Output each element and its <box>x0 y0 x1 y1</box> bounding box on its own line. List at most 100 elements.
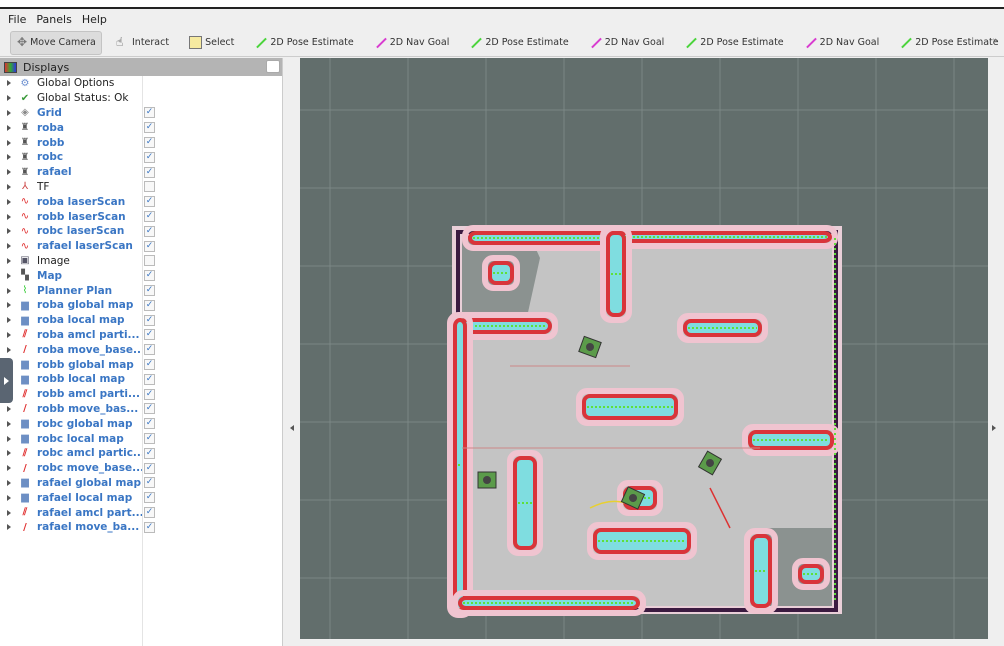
display-checkbox[interactable]: ✓ <box>144 151 155 163</box>
display-item[interactable]: ⫽ roba amcl parti... ✓ <box>0 328 282 343</box>
display-checkbox[interactable]: ✓ <box>144 344 155 356</box>
expand-arrow-icon[interactable] <box>7 183 11 190</box>
expand-arrow-icon[interactable] <box>7 213 11 220</box>
display-checkbox[interactable]: ✓ <box>144 225 155 237</box>
display-item[interactable]: ✔ Global Status: Ok <box>0 91 282 106</box>
tool-2d-pose-estimate[interactable]: 2D Pose Estimate <box>893 31 1004 55</box>
display-item[interactable]: ▆ robc local map ✓ <box>0 431 282 446</box>
display-checkbox[interactable]: ✓ <box>144 314 155 326</box>
display-checkbox[interactable] <box>144 181 155 193</box>
expand-arrow-icon[interactable] <box>7 243 11 250</box>
display-item[interactable]: ♜ roba ✓ <box>0 120 282 135</box>
expand-arrow-icon[interactable] <box>7 509 11 516</box>
display-item[interactable]: ⅄ TF <box>0 180 282 195</box>
display-item[interactable]: ▆ robb local map ✓ <box>0 372 282 387</box>
display-checkbox[interactable]: ✓ <box>144 166 155 178</box>
display-checkbox[interactable]: ✓ <box>144 122 155 134</box>
collapse-right-icon[interactable] <box>992 425 996 431</box>
expand-arrow-icon[interactable] <box>7 465 11 472</box>
expand-arrow-icon[interactable] <box>7 435 11 442</box>
display-item[interactable]: ▆ rafael local map ✓ <box>0 490 282 505</box>
expand-arrow-icon[interactable] <box>7 405 11 412</box>
display-item[interactable]: ⫽ robb amcl parti... ✓ <box>0 387 282 402</box>
display-item[interactable]: ∿ roba laserScan ✓ <box>0 194 282 209</box>
expand-arrow-icon[interactable] <box>7 524 11 531</box>
tool-2d-pose-estimate[interactable]: 2D Pose Estimate <box>463 31 574 55</box>
display-item[interactable]: ♜ rafael ✓ <box>0 165 282 180</box>
display-item[interactable]: / robb move_bas... ✓ <box>0 402 282 417</box>
expand-arrow-icon[interactable] <box>7 317 11 324</box>
display-checkbox[interactable]: ✓ <box>144 492 155 504</box>
display-item[interactable]: ⫽ rafael amcl part... ✓ <box>0 505 282 520</box>
display-checkbox[interactable]: ✓ <box>144 447 155 459</box>
display-checkbox[interactable]: ✓ <box>144 299 155 311</box>
display-checkbox[interactable]: ✓ <box>144 477 155 489</box>
expand-arrow-icon[interactable] <box>7 272 11 279</box>
display-checkbox[interactable]: ✓ <box>144 418 155 430</box>
display-item[interactable]: / robc move_base... ✓ <box>0 461 282 476</box>
3d-viewport[interactable] <box>300 58 988 639</box>
display-item[interactable]: ♜ robb ✓ <box>0 135 282 150</box>
display-item[interactable]: ▆ robb global map ✓ <box>0 357 282 372</box>
display-checkbox[interactable]: ✓ <box>144 285 155 297</box>
display-item[interactable]: ⚙ Global Options <box>0 76 282 91</box>
expand-arrow-icon[interactable] <box>7 228 11 235</box>
tool-2d-nav-goal[interactable]: 2D Nav Goal <box>798 31 886 55</box>
display-item[interactable]: ▆ robc global map ✓ <box>0 416 282 431</box>
map-render[interactable] <box>300 58 988 639</box>
display-checkbox[interactable]: ✓ <box>144 211 155 223</box>
expand-arrow-icon[interactable] <box>7 80 11 87</box>
display-item[interactable]: ◈ Grid ✓ <box>0 106 282 121</box>
left-splitter[interactable] <box>284 58 300 646</box>
expand-arrow-icon[interactable] <box>7 109 11 116</box>
display-item[interactable]: ∿ robc laserScan ✓ <box>0 224 282 239</box>
expand-arrow-icon[interactable] <box>7 124 11 131</box>
tool-2d-nav-goal[interactable]: 2D Nav Goal <box>368 31 456 55</box>
display-item[interactable]: ⌇ Planner Plan ✓ <box>0 283 282 298</box>
display-checkbox[interactable]: ✓ <box>144 270 155 282</box>
tool-select[interactable]: Select <box>183 31 240 55</box>
menu-help[interactable]: Help <box>82 13 107 26</box>
display-checkbox[interactable]: ✓ <box>144 507 155 518</box>
display-item[interactable]: ▆ rafael global map ✓ <box>0 476 282 491</box>
expand-arrow-icon[interactable] <box>7 420 11 427</box>
display-item[interactable]: ▆ roba global map ✓ <box>0 298 282 313</box>
expand-arrow-icon[interactable] <box>7 331 11 338</box>
display-checkbox[interactable]: ✓ <box>144 240 155 252</box>
display-checkbox[interactable]: ✓ <box>144 196 155 208</box>
tool-2d-pose-estimate[interactable]: 2D Pose Estimate <box>678 31 789 55</box>
tool-interact[interactable]: ☝ Interact <box>110 31 175 55</box>
menu-file[interactable]: File <box>8 13 26 26</box>
toolbar-overflow-button[interactable]: » <box>992 36 998 46</box>
display-item[interactable]: ▣ Image <box>0 254 282 269</box>
right-splitter[interactable] <box>988 58 1004 646</box>
display-item[interactable]: ▚ Map ✓ <box>0 268 282 283</box>
tool-2d-nav-goal[interactable]: 2D Nav Goal <box>583 31 671 55</box>
display-checkbox[interactable]: ✓ <box>144 521 155 533</box>
display-checkbox[interactable]: ✓ <box>144 329 155 341</box>
expand-arrow-icon[interactable] <box>7 302 11 309</box>
expand-arrow-icon[interactable] <box>7 95 11 102</box>
display-item[interactable]: ♜ robc ✓ <box>0 150 282 165</box>
display-checkbox[interactable]: ✓ <box>144 107 155 119</box>
display-item[interactable]: / rafael move_ba... ✓ <box>0 520 282 535</box>
expand-arrow-icon[interactable] <box>7 139 11 146</box>
display-checkbox[interactable]: ✓ <box>144 373 155 385</box>
expand-arrow-icon[interactable] <box>7 257 11 264</box>
display-item[interactable]: ⫽ robc amcl partic... ✓ <box>0 446 282 461</box>
display-item[interactable]: ∿ robb laserScan ✓ <box>0 209 282 224</box>
expand-arrow-icon[interactable] <box>7 346 11 353</box>
collapse-left-icon[interactable] <box>290 425 294 431</box>
display-checkbox[interactable]: ✓ <box>144 403 155 415</box>
display-item[interactable]: / roba move_base... ✓ <box>0 342 282 357</box>
display-item[interactable]: ▆ roba local map ✓ <box>0 313 282 328</box>
panel-collapse-handle[interactable] <box>0 358 13 403</box>
expand-arrow-icon[interactable] <box>7 287 11 294</box>
expand-arrow-icon[interactable] <box>7 479 11 486</box>
expand-arrow-icon[interactable] <box>7 169 11 176</box>
display-item[interactable]: ∿ rafael laserScan ✓ <box>0 239 282 254</box>
expand-arrow-icon[interactable] <box>7 198 11 205</box>
expand-arrow-icon[interactable] <box>7 494 11 501</box>
display-checkbox[interactable]: ✓ <box>144 462 155 474</box>
display-checkbox[interactable] <box>144 255 155 267</box>
